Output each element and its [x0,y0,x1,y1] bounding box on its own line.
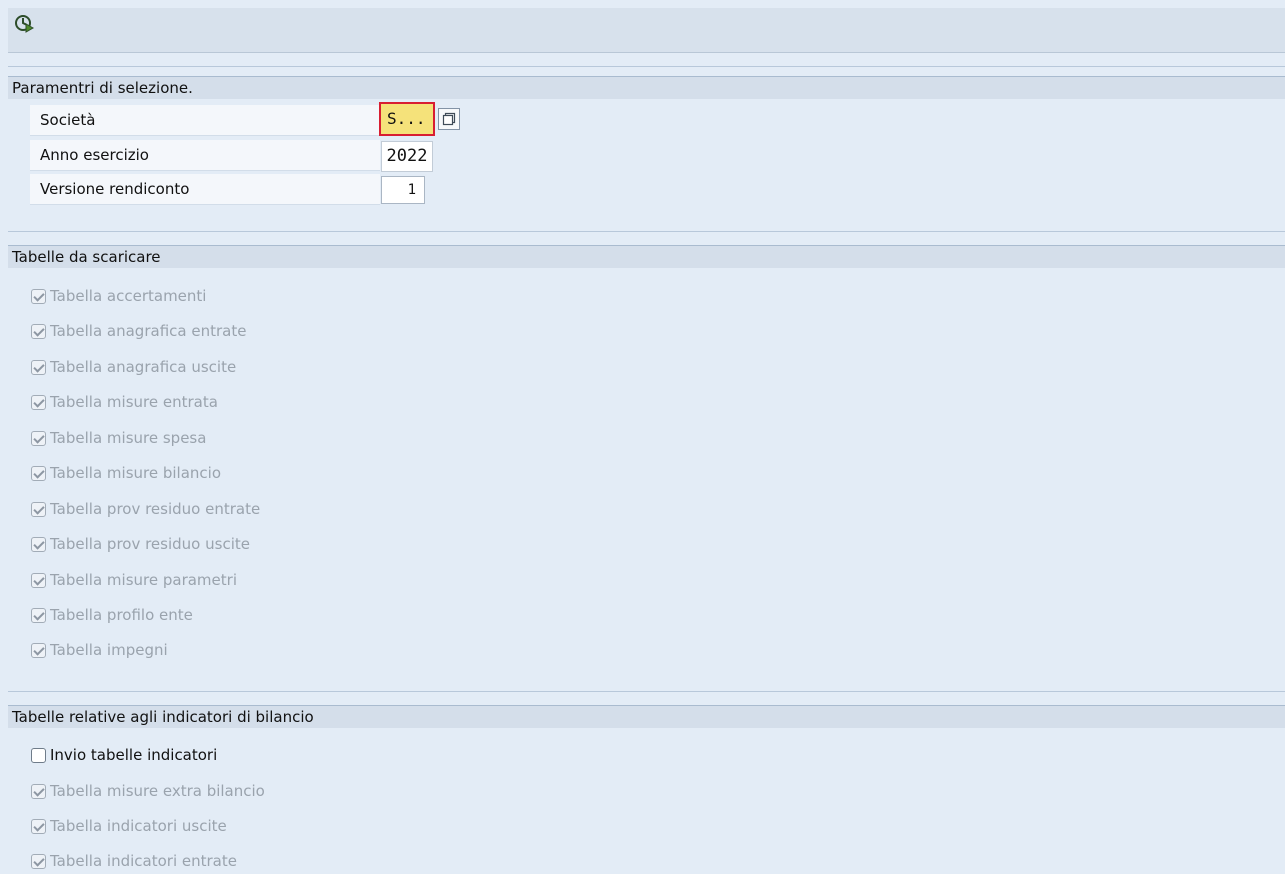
table-checkbox-row[interactable]: Tabella prov residuo uscite [31,532,250,556]
table-checkbox-label: Tabella anagrafica uscite [50,358,237,376]
table-checkbox-row[interactable]: Tabella impegni [31,638,168,662]
section-title: Tabelle da scaricare [12,248,161,266]
table-checkbox-row[interactable]: Tabella misure entrata [31,390,218,414]
checkbox-checked-icon[interactable] [31,359,46,375]
section-title: Tabelle relative agli indicatori di bila… [12,708,314,726]
checkbox-checked-icon[interactable] [31,288,46,304]
table-checkbox-label: Tabella misure parametri [50,571,237,589]
report-version-input[interactable]: 1 [381,176,425,204]
table-checkbox-row[interactable]: Tabella anagrafica entrate [31,319,246,343]
divider [8,691,1285,692]
indicator-checkbox-label: Tabella indicatori entrate [50,852,237,870]
checkbox-checked-icon[interactable] [31,853,46,869]
indicator-checkbox-row[interactable]: Tabella indicatori entrate [31,849,237,873]
checkbox-checked-icon[interactable] [31,465,46,481]
table-checkbox-row[interactable]: Tabella misure parametri [31,568,237,592]
checkbox-checked-icon[interactable] [31,783,46,799]
fiscal-year-label: Anno esercizio [40,146,149,164]
table-checkbox-row[interactable]: Tabella profilo ente [31,603,193,627]
indicator-checkbox-row[interactable]: Tabella indicatori uscite [31,814,227,838]
table-checkbox-row[interactable]: Tabella misure bilancio [31,461,221,485]
table-checkbox-label: Tabella profilo ente [50,606,193,624]
company-input[interactable]: S... [379,102,435,136]
execute-icon[interactable] [13,13,35,35]
table-checkbox-row[interactable]: Tabella misure spesa [31,426,206,450]
company-label: Società [40,111,96,129]
table-checkbox-label: Tabella misure entrata [50,393,218,411]
param-row-company: Società [30,105,380,136]
table-checkbox-row[interactable]: Tabella prov residuo entrate [31,497,260,521]
checkbox-checked-icon[interactable] [31,607,46,623]
table-checkbox-row[interactable]: Tabella anagrafica uscite [31,355,236,379]
indicator-checkbox-label: Tabella indicatori uscite [50,817,227,835]
report-version-label: Versione rendiconto [40,180,190,198]
checkbox-unchecked-icon[interactable] [31,747,46,763]
checkbox-checked-icon[interactable] [31,572,46,588]
value-help-button[interactable] [438,108,460,130]
section-selection-header: Paramentri di selezione. [8,76,1285,99]
send-indicators-checkbox-row[interactable]: Invio tabelle indicatori [31,743,217,767]
fiscal-year-input[interactable]: 2022 [381,141,433,172]
checkbox-checked-icon[interactable] [31,323,46,339]
checkbox-checked-icon[interactable] [31,818,46,834]
table-checkbox-label: Tabella anagrafica entrate [50,322,247,340]
checkbox-checked-icon[interactable] [31,642,46,658]
checkbox-checked-icon[interactable] [31,501,46,517]
checkbox-checked-icon[interactable] [31,430,46,446]
divider [8,66,1285,67]
divider [8,231,1285,232]
application-toolbar [8,8,1285,53]
indicator-checkbox-row[interactable]: Tabella misure extra bilancio [31,779,265,803]
value-help-icon [442,112,456,126]
table-checkbox-row[interactable]: Tabella accertamenti [31,284,206,308]
param-row-report-version: Versione rendiconto [30,174,380,205]
indicator-checkbox-label: Tabella misure extra bilancio [50,782,265,800]
table-checkbox-label: Tabella accertamenti [50,287,207,305]
checkbox-checked-icon[interactable] [31,394,46,410]
table-checkbox-label: Tabella misure spesa [50,429,207,447]
table-checkbox-label: Tabella prov residuo entrate [50,500,261,518]
table-checkbox-label: Tabella misure bilancio [50,464,221,482]
checkbox-checked-icon[interactable] [31,536,46,552]
section-title: Paramentri di selezione. [12,79,193,97]
section-tables-header: Tabelle da scaricare [8,245,1285,268]
table-checkbox-label: Tabella prov residuo uscite [50,535,250,553]
param-row-fiscal-year: Anno esercizio [30,140,380,171]
table-checkbox-label: Tabella impegni [50,641,168,659]
send-indicators-label: Invio tabelle indicatori [50,746,218,764]
section-indicators-header: Tabelle relative agli indicatori di bila… [8,705,1285,728]
